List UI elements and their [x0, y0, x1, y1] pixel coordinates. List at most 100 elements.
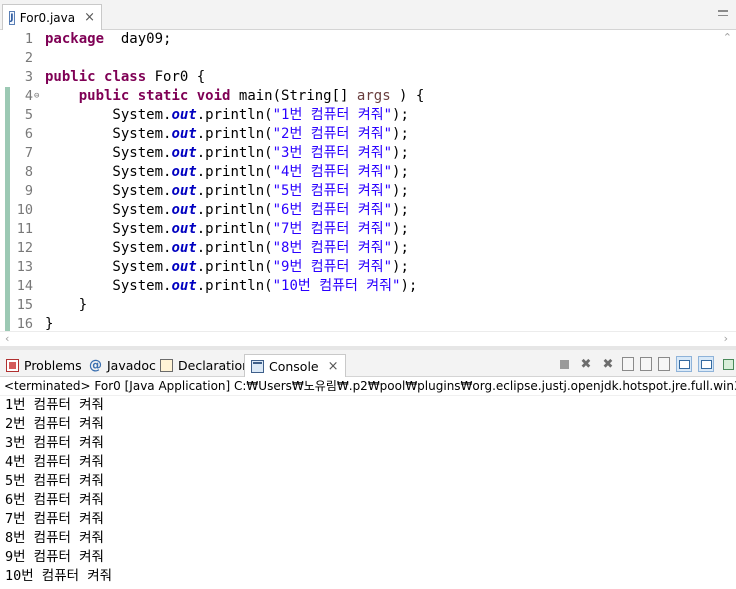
- code-token: System.: [45, 164, 172, 180]
- code-token: out: [171, 202, 197, 218]
- line-number: 12: [16, 240, 33, 256]
- close-icon[interactable]: ×: [328, 359, 339, 374]
- code-token: "9번 컴퓨터 켜줘": [272, 259, 393, 275]
- code-token: .println(: [196, 107, 273, 123]
- code-token: "4번 컴퓨터 켜줘": [272, 164, 393, 180]
- open-console-button-icon[interactable]: [720, 356, 736, 372]
- code-token: .println(: [196, 145, 273, 161]
- console-output-line: 2번 컴퓨터 켜줘: [5, 416, 104, 432]
- code-token: .println(: [196, 221, 273, 237]
- code-token: public: [45, 69, 96, 85]
- code-line: 9 System.out.println("5번 컴퓨터 켜줘");: [0, 182, 724, 201]
- code-line: 3 public class For0 {: [0, 68, 724, 87]
- code-token: main(String[]: [230, 88, 357, 104]
- code-editor[interactable]: 1 package day09; 2 3 public class For0 {4 ⊖ p…: [0, 30, 736, 340]
- code-text: System.out.println("8번 컴퓨터 켜줘");: [45, 239, 409, 258]
- console-output[interactable]: 1번 컴퓨터 켜줘 2번 컴퓨터 켜줘 3번 컴퓨터 켜줘 4번 컴퓨터 켜줘 5번 컴…: [0, 396, 736, 589]
- editor-horizontal-scrollbar[interactable]: ‹ ›: [0, 331, 736, 346]
- code-token: );: [392, 183, 409, 199]
- line-number: 1: [24, 31, 33, 47]
- scroll-lock-button-icon[interactable]: [640, 357, 652, 371]
- code-token: out: [171, 126, 197, 142]
- code-line: 12 System.out.println("8번 컴퓨터 켜줘");: [0, 239, 724, 258]
- tab-declaration-label: Declaration: [178, 358, 251, 373]
- line-number: 3: [24, 69, 33, 85]
- code-line: 1 package day09;: [0, 30, 724, 49]
- code-token: );: [392, 259, 409, 275]
- clear-console-button-icon[interactable]: [622, 357, 634, 371]
- code-token: ) {: [390, 88, 425, 104]
- code-token: );: [392, 202, 409, 218]
- tab-console-label: Console: [269, 358, 319, 374]
- code-token: out: [171, 221, 197, 237]
- console-output-line: 9번 컴퓨터 켜줘: [5, 549, 104, 565]
- console-output-line: 6번 컴퓨터 켜줘: [5, 492, 104, 508]
- code-line: 15 }: [0, 296, 724, 315]
- editor-vertical-scrollbar[interactable]: ⌃: [722, 30, 736, 331]
- code-token: .println(: [196, 183, 273, 199]
- code-line: 7 System.out.println("3번 컴퓨터 켜줘");: [0, 144, 724, 163]
- remove-all-terminated-button-icon[interactable]: ✖: [600, 356, 616, 372]
- code-token: "10번 컴퓨터 켜줘": [272, 278, 401, 294]
- code-token: System.: [45, 145, 172, 161]
- code-token: );: [392, 107, 409, 123]
- code-token: out: [171, 107, 197, 123]
- code-token: out: [171, 240, 197, 256]
- code-line: 13 System.out.println("9번 컴퓨터 켜줘");: [0, 258, 724, 277]
- remove-launch-button-icon[interactable]: ✖: [578, 356, 594, 372]
- tab-console[interactable]: Console ×: [244, 354, 346, 377]
- declaration-icon: [160, 359, 173, 372]
- code-token: .println(: [196, 202, 273, 218]
- code-token: static: [137, 88, 189, 104]
- at-sign-icon: @: [89, 358, 102, 373]
- code-line: 6 System.out.println("2번 컴퓨터 켜줘");: [0, 125, 724, 144]
- code-text: System.out.println("3번 컴퓨터 켜줘");: [45, 144, 408, 163]
- code-token: );: [400, 278, 418, 294]
- code-token: );: [392, 126, 409, 142]
- editor-tab-for0-java[interactable]: J For0.java ×: [2, 4, 102, 30]
- word-wrap-button-icon[interactable]: [658, 357, 670, 371]
- view-tab-bar: Problems @ Javadoc Declaration Console ×…: [0, 350, 736, 377]
- console-toolbar: ✖ ✖: [550, 355, 736, 373]
- code-token: "6번 컴퓨터 켜줘": [272, 202, 393, 218]
- display-selected-console-button-icon[interactable]: [698, 356, 714, 372]
- fold-collapse-icon[interactable]: ⊖: [34, 87, 39, 106]
- code-token: System.: [45, 202, 172, 218]
- code-token: out: [171, 278, 197, 294]
- terminate-button-icon[interactable]: [556, 356, 572, 372]
- scroll-up-icon[interactable]: ⌃: [723, 31, 732, 44]
- code-token: System.: [45, 183, 172, 199]
- line-number: 8: [24, 164, 33, 180]
- java-file-icon: J: [9, 10, 15, 25]
- code-token: System.: [45, 240, 172, 256]
- scroll-left-icon[interactable]: ‹: [5, 332, 9, 345]
- code-token: package: [45, 31, 105, 47]
- code-text: }: [45, 296, 87, 315]
- pin-console-button-icon[interactable]: [676, 356, 692, 372]
- console-output-line: 5번 컴퓨터 켜줘: [5, 473, 104, 489]
- tab-declaration[interactable]: Declaration: [160, 354, 250, 377]
- code-text: System.out.println("7번 컴퓨터 켜줘");: [45, 220, 408, 239]
- code-token: out: [171, 259, 197, 275]
- maximize-icon[interactable]: [718, 10, 728, 16]
- line-number: 5: [24, 107, 33, 123]
- line-number: 7: [24, 145, 33, 161]
- console-output-line: 10번 컴퓨터 켜줘: [5, 568, 113, 584]
- console-icon: [251, 359, 264, 373]
- code-token: );: [392, 240, 409, 256]
- code-token: .println(: [196, 278, 273, 294]
- line-number: 9: [24, 183, 33, 199]
- tab-javadoc[interactable]: @ Javadoc: [89, 354, 156, 377]
- code-text: System.out.println("9번 컴퓨터 켜줘");: [45, 258, 409, 277]
- code-token: .println(: [196, 126, 273, 142]
- code-token: );: [392, 164, 409, 180]
- line-number: 11: [16, 221, 33, 237]
- line-number: 13: [16, 259, 33, 275]
- console-output-line: 1번 컴퓨터 켜줘: [5, 397, 104, 413]
- tab-problems[interactable]: Problems: [6, 354, 82, 377]
- code-lines: 1 package day09; 2 3 public class For0 {4 ⊖ p…: [0, 30, 724, 334]
- scroll-right-icon[interactable]: ›: [724, 332, 728, 345]
- code-token: out: [171, 183, 197, 199]
- close-icon[interactable]: ×: [84, 11, 95, 24]
